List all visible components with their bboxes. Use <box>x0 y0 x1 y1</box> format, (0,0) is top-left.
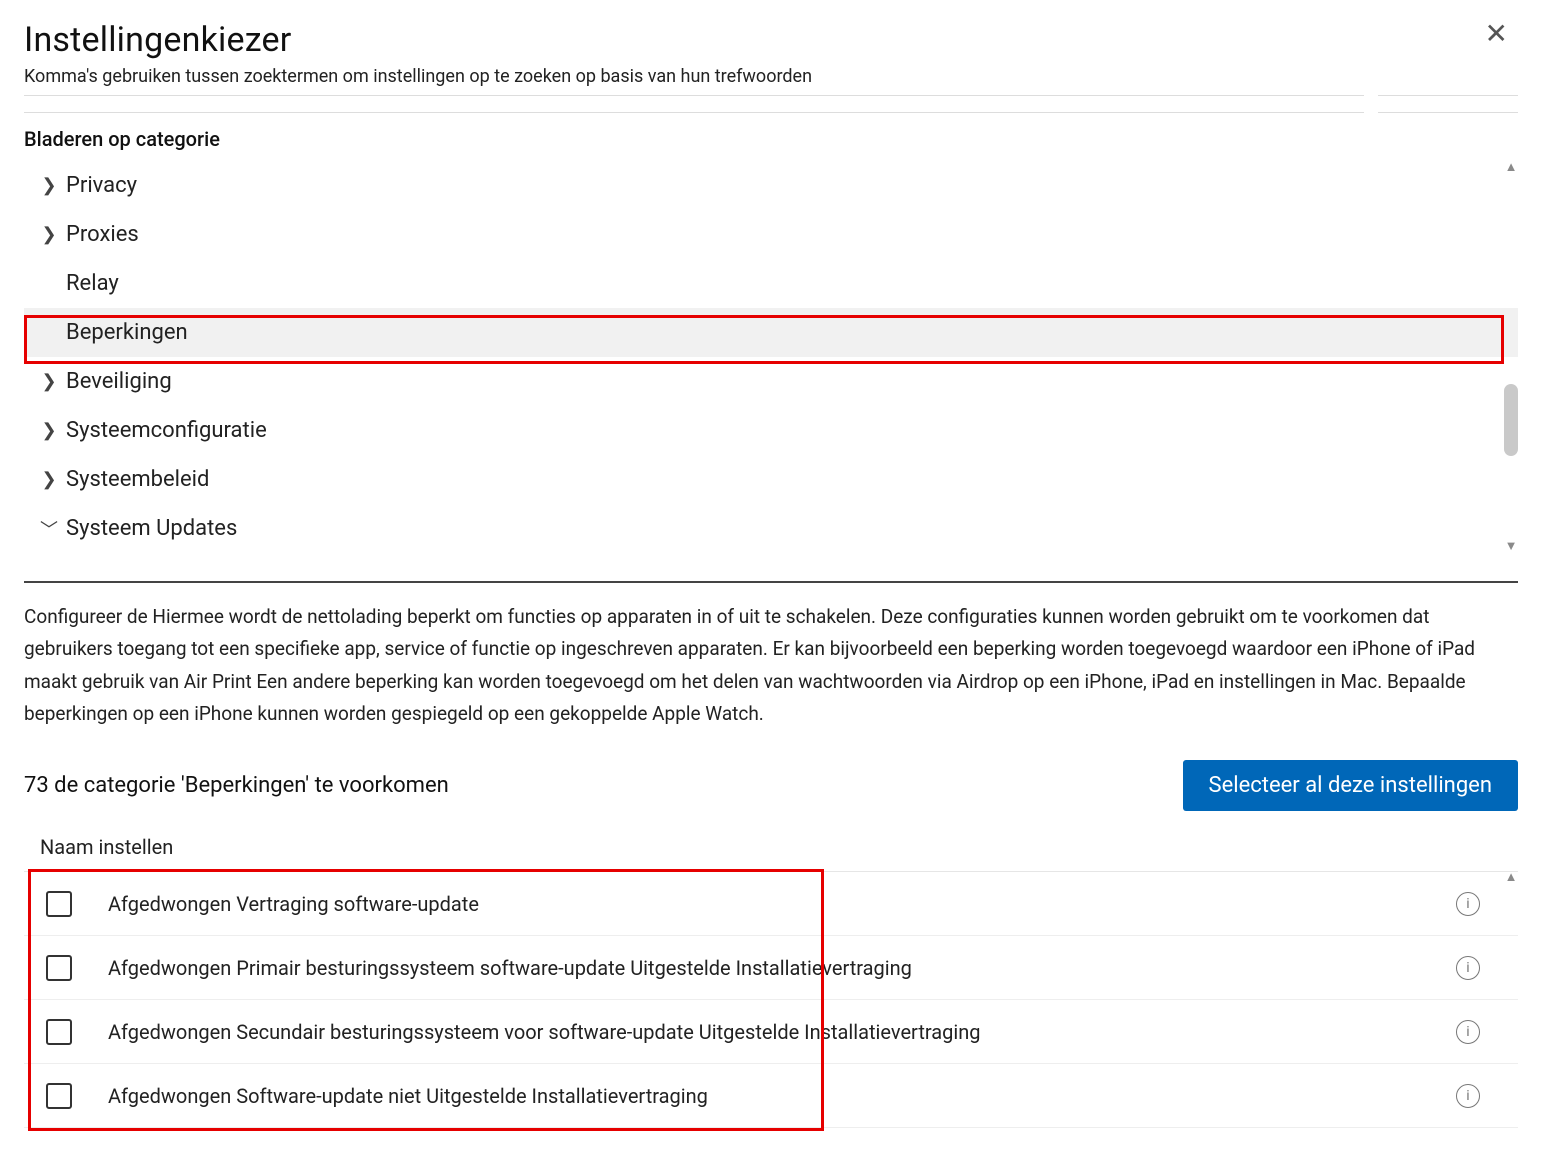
setting-checkbox[interactable] <box>46 1083 72 1109</box>
chevron-right-icon[interactable]: ❯ <box>32 224 66 245</box>
dialog-title: Instellingenkiezer <box>24 20 812 60</box>
category-tree: ❯Privacy❯ProxiesRelayBeperkingen❯Beveili… <box>24 161 1518 553</box>
settings-scrollbar[interactable]: ▲ ▼ <box>1504 871 1518 1135</box>
setting-checkbox[interactable] <box>46 1019 72 1045</box>
tree-item-relay[interactable]: Relay <box>24 259 1518 308</box>
chevron-down-icon[interactable]: ﹀ <box>32 516 66 542</box>
tree-item-systeemconfiguratie[interactable]: ❯Systeemconfiguratie <box>24 406 1518 455</box>
setting-label: Afgedwongen Primair besturingssysteem so… <box>108 956 1456 980</box>
tree-item-label: Systeem Updates <box>66 516 237 541</box>
divider <box>24 581 1518 583</box>
setting-row[interactable]: Afgedwongen Secundair besturingssysteem … <box>24 1000 1518 1064</box>
setting-row[interactable]: Afgedwongen Vertraging software-updatei <box>24 872 1518 936</box>
category-description: Configureer de Hiermee wordt de nettolad… <box>24 601 1518 730</box>
result-count: 73 de categorie 'Beperkingen' te voorkom… <box>24 773 449 798</box>
chevron-right-icon[interactable]: ❯ <box>32 175 66 196</box>
tree-item-label: Privacy <box>66 173 137 198</box>
info-icon[interactable]: i <box>1456 892 1480 916</box>
dialog-subtitle: Komma's gebruiken tussen zoektermen om i… <box>24 66 812 87</box>
setting-label: Afgedwongen Software-update niet Uitgest… <box>108 1084 1456 1108</box>
scroll-up-icon[interactable]: ▲ <box>1505 871 1518 884</box>
setting-checkbox[interactable] <box>46 891 72 917</box>
tree-item-label: Beveiliging <box>66 369 172 394</box>
info-icon[interactable]: i <box>1456 956 1480 980</box>
search-aux[interactable] <box>1378 95 1518 113</box>
tree-item-label: Systeembeleid <box>66 467 209 492</box>
tree-item-label: Proxies <box>66 222 139 247</box>
setting-label: Afgedwongen Vertraging software-update <box>108 892 1456 916</box>
tree-item-systeem-updates[interactable]: ﹀Systeem Updates <box>24 504 1518 553</box>
scroll-up-icon[interactable]: ▲ <box>1505 161 1518 174</box>
scroll-thumb[interactable] <box>1504 384 1518 456</box>
tree-item-label: Beperkingen <box>66 320 188 345</box>
tree-item-proxies[interactable]: ❯Proxies <box>24 210 1518 259</box>
tree-scrollbar[interactable]: ▲ ▼ <box>1504 161 1518 553</box>
settings-list: Afgedwongen Vertraging software-updateiA… <box>24 871 1518 1128</box>
select-all-button[interactable]: Selecteer al deze instellingen <box>1183 760 1519 811</box>
setting-label: Afgedwongen Secundair besturingssysteem … <box>108 1020 1456 1044</box>
setting-row[interactable]: Afgedwongen Primair besturingssysteem so… <box>24 936 1518 1000</box>
tree-item-beperkingen[interactable]: Beperkingen <box>24 308 1518 357</box>
setting-row[interactable]: Afgedwongen Software-update niet Uitgest… <box>24 1064 1518 1128</box>
search-input[interactable] <box>24 95 1364 113</box>
info-icon[interactable]: i <box>1456 1084 1480 1108</box>
browse-by-category-label: Bladeren op categorie <box>24 127 1518 151</box>
chevron-right-icon[interactable]: ❯ <box>32 469 66 490</box>
tree-item-label: Relay <box>66 271 119 296</box>
chevron-right-icon[interactable]: ❯ <box>32 420 66 441</box>
tree-item-label: Systeemconfiguratie <box>66 418 267 443</box>
scroll-down-icon[interactable]: ▼ <box>1505 540 1518 553</box>
tree-item-systeembeleid[interactable]: ❯Systeembeleid <box>24 455 1518 504</box>
column-header-name: Naam instellen <box>40 835 1518 859</box>
setting-checkbox[interactable] <box>46 955 72 981</box>
close-button[interactable]: ✕ <box>1475 20 1518 48</box>
tree-item-beveiliging[interactable]: ❯Beveiliging <box>24 357 1518 406</box>
info-icon[interactable]: i <box>1456 1020 1480 1044</box>
chevron-right-icon[interactable]: ❯ <box>32 371 66 392</box>
tree-item-privacy[interactable]: ❯Privacy <box>24 161 1518 210</box>
